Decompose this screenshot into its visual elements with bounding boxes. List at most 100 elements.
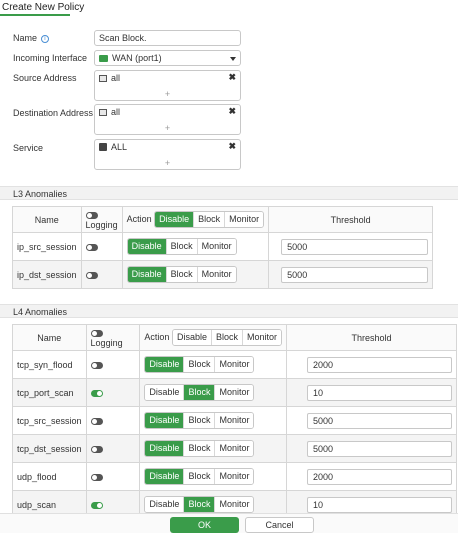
source-address-field[interactable]: all ✖ + — [94, 70, 241, 101]
action-toggle[interactable]: Disable Block Monitor — [144, 412, 255, 429]
logging-cell — [80, 232, 123, 261]
anomaly-name: tcp_syn_flood — [12, 350, 87, 379]
action-block-button[interactable]: Block — [183, 357, 215, 372]
action-monitor-button[interactable]: Monitor — [241, 330, 281, 345]
action-toggle[interactable]: Disable Block Monitor — [144, 384, 255, 401]
action-disable-button[interactable]: Disable — [127, 239, 166, 254]
action-monitor-button[interactable]: Monitor — [196, 267, 236, 282]
action-block-button[interactable]: Block — [183, 441, 215, 456]
threshold-cell: 2000 — [286, 350, 457, 379]
action-toggle[interactable]: Disable Block Monitor — [144, 356, 255, 373]
destination-address-entry: all — [99, 107, 120, 117]
threshold-cell: 10 — [286, 378, 457, 407]
action-toggle[interactable]: Disable Block Monitor — [144, 440, 255, 457]
action-monitor-button[interactable]: Monitor — [214, 469, 254, 484]
action-block-button[interactable]: Block — [183, 385, 215, 400]
action-disable-button[interactable]: Disable — [155, 212, 194, 227]
action-cell: Disable Block Monitor — [139, 378, 287, 407]
action-toggle[interactable]: Disable Block Monitor — [144, 496, 255, 513]
cancel-button[interactable]: Cancel — [245, 517, 314, 533]
action-cell: Disable Block Monitor — [121, 232, 270, 261]
action-monitor-button[interactable]: Monitor — [214, 497, 254, 512]
action-monitor-button[interactable]: Monitor — [224, 212, 264, 227]
info-icon[interactable]: i — [41, 35, 50, 43]
action-monitor-button[interactable]: Monitor — [214, 385, 254, 400]
dialog-footer: OK Cancel — [0, 513, 458, 533]
action-monitor-button[interactable]: Monitor — [214, 413, 254, 428]
threshold-input[interactable]: 2000 — [307, 468, 452, 485]
col-name: Name — [12, 206, 82, 233]
action-header-toggle[interactable]: Disable Block Monitor — [171, 329, 282, 346]
logging-cell — [85, 350, 141, 379]
anomaly-name: udp_flood — [12, 462, 87, 491]
logging-toggle[interactable] — [85, 271, 98, 279]
action-disable-button[interactable]: Disable — [145, 497, 184, 512]
action-monitor-button[interactable]: Monitor — [196, 239, 236, 254]
action-disable-button[interactable]: Disable — [145, 441, 184, 456]
action-toggle[interactable]: Disable Block Monitor — [126, 238, 237, 255]
add-icon[interactable]: + — [95, 89, 240, 99]
threshold-input[interactable]: 5000 — [281, 266, 429, 283]
action-disable-button[interactable]: Disable — [145, 413, 184, 428]
threshold-cell: 2000 — [286, 462, 457, 491]
action-block-button[interactable]: Block — [193, 212, 225, 227]
col-threshold: Threshold — [268, 206, 434, 233]
threshold-input[interactable]: 5000 — [307, 440, 452, 457]
action-cell: Disable Block Monitor — [139, 350, 287, 379]
name-input[interactable]: Scan Block. — [94, 30, 241, 46]
action-toggle[interactable]: Disable Block Monitor — [126, 266, 237, 283]
action-cell: Disable Block Monitor — [121, 260, 270, 289]
logging-toggle[interactable] — [90, 445, 103, 453]
logging-toggle[interactable] — [90, 361, 103, 369]
logging-toggle[interactable] — [90, 473, 103, 481]
toggle-icon[interactable] — [90, 329, 103, 337]
action-disable-button[interactable]: Disable — [145, 357, 184, 372]
source-address-label: Source Address — [13, 73, 77, 83]
chevron-down-icon — [230, 57, 236, 61]
table-row: ip_dst_session Disable Block Monitor 5000 — [12, 260, 434, 289]
remove-icon[interactable]: ✖ — [228, 106, 236, 117]
threshold-input[interactable]: 5000 — [307, 412, 452, 429]
action-block-button[interactable]: Block — [165, 239, 197, 254]
action-disable-button[interactable]: Disable — [145, 469, 184, 484]
threshold-input[interactable]: 5000 — [281, 238, 429, 255]
action-block-button[interactable]: Block — [183, 413, 215, 428]
service-field[interactable]: ALL ✖ + — [94, 139, 241, 170]
logging-toggle[interactable] — [85, 243, 98, 251]
add-icon[interactable]: + — [95, 123, 240, 133]
action-block-button[interactable]: Block — [183, 469, 215, 484]
anomaly-name: tcp_port_scan — [12, 378, 87, 407]
toggle-icon[interactable] — [85, 211, 98, 219]
threshold-input[interactable]: 10 — [307, 496, 452, 513]
logging-toggle[interactable] — [90, 389, 103, 397]
action-disable-button[interactable]: Disable — [145, 385, 184, 400]
l4-anomalies-table: Name Logging Action Disable Block Monitor … — [12, 324, 457, 519]
remove-icon[interactable]: ✖ — [228, 141, 236, 152]
threshold-input[interactable]: 2000 — [307, 356, 452, 373]
add-icon[interactable]: + — [95, 158, 240, 168]
logging-toggle[interactable] — [90, 501, 103, 509]
action-monitor-button[interactable]: Monitor — [214, 441, 254, 456]
action-header-toggle[interactable]: Disable Block Monitor — [154, 211, 265, 228]
logging-toggle[interactable] — [90, 417, 103, 425]
action-block-button[interactable]: Block — [210, 330, 242, 345]
action-block-button[interactable]: Block — [183, 497, 215, 512]
action-block-button[interactable]: Block — [165, 267, 197, 282]
action-monitor-button[interactable]: Monitor — [214, 357, 254, 372]
threshold-input[interactable]: 10 — [307, 384, 452, 401]
col-logging[interactable]: Logging — [80, 206, 123, 233]
action-disable-button[interactable]: Disable — [172, 330, 211, 345]
incoming-interface-select[interactable]: WAN (port1) — [94, 50, 241, 66]
service-label: Service — [13, 143, 44, 153]
table-row: tcp_syn_flood Disable Block Monitor 2000 — [12, 350, 457, 379]
remove-icon[interactable]: ✖ — [228, 72, 236, 83]
action-toggle[interactable]: Disable Block Monitor — [144, 468, 255, 485]
anomaly-name: ip_dst_session — [12, 260, 82, 289]
ok-button[interactable]: OK — [170, 517, 239, 533]
action-disable-button[interactable]: Disable — [127, 267, 166, 282]
col-logging[interactable]: Logging — [85, 324, 141, 351]
service-entry: ALL — [99, 142, 127, 152]
destination-address-field[interactable]: all ✖ + — [94, 104, 241, 135]
table-row: tcp_dst_session Disable Block Monitor 5000 — [12, 434, 457, 463]
action-cell: Disable Block Monitor — [139, 406, 287, 435]
